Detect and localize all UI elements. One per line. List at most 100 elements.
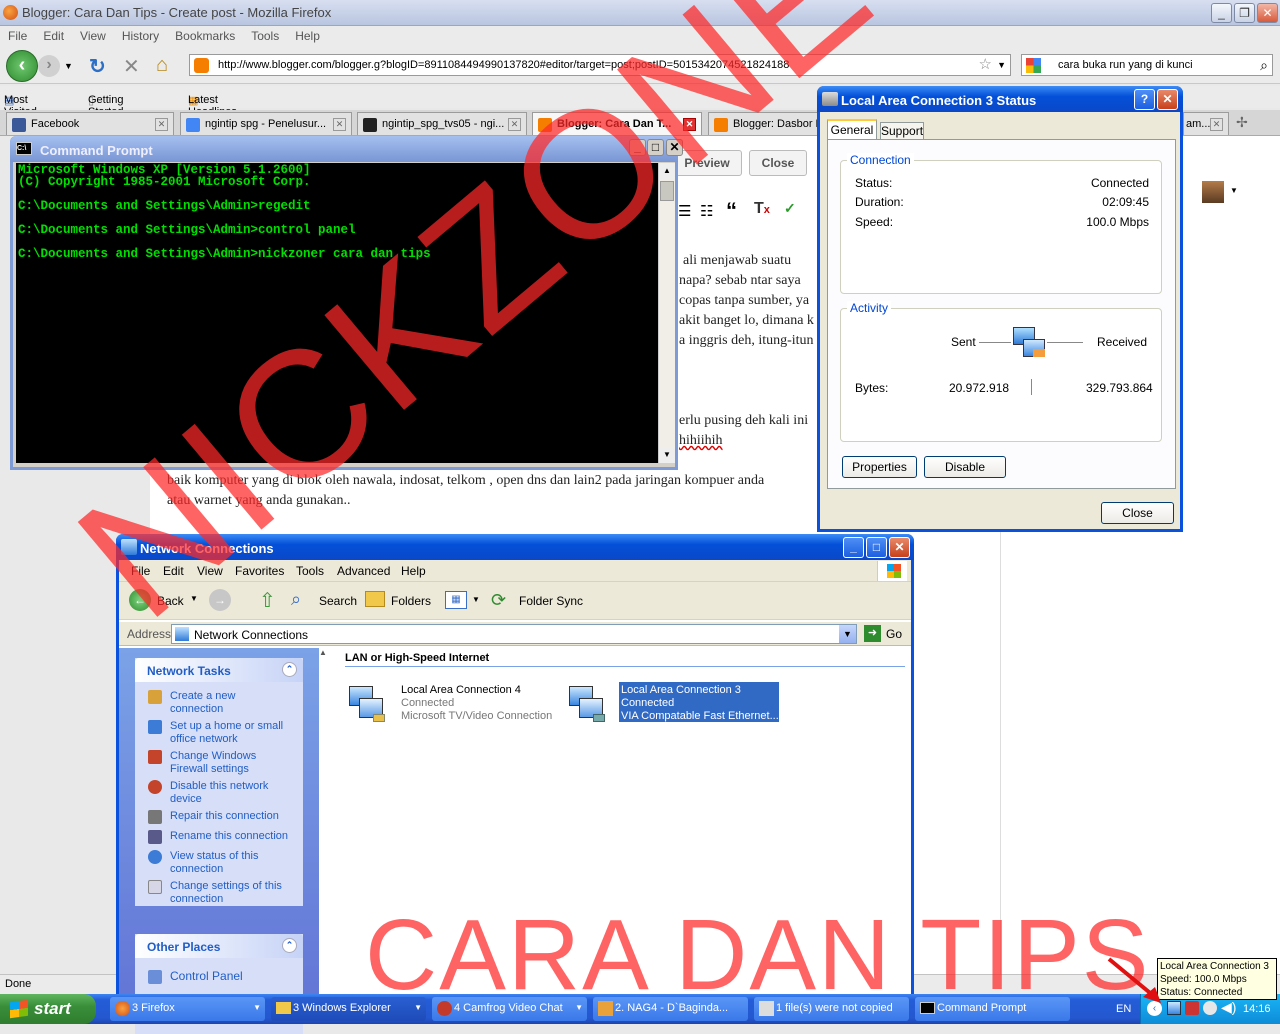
- task-view-status[interactable]: View status of this connection: [170, 850, 270, 876]
- tab-overflow[interactable]: am... ✕: [1183, 112, 1229, 135]
- menu-help[interactable]: Help: [295, 29, 320, 43]
- cmd-scrollbar[interactable]: ▲ ▼: [658, 163, 675, 463]
- new-tab-button[interactable]: ✢: [1236, 114, 1248, 131]
- search-icon[interactable]: ⌕: [1260, 55, 1268, 75]
- network-tray-icon[interactable]: [1167, 1001, 1181, 1015]
- help-button[interactable]: ?: [1134, 89, 1155, 110]
- other-places-header[interactable]: Other Places ⌃: [135, 934, 303, 958]
- tab-facebook[interactable]: Facebook ✕: [6, 112, 174, 135]
- menu-tools[interactable]: Tools: [251, 29, 279, 43]
- back-button[interactable]: ‹: [6, 50, 38, 82]
- nc-folders-button[interactable]: Folders: [365, 589, 435, 613]
- tab-blogger-cara-dan-tips[interactable]: Blogger: Cara Dan T... ✕: [532, 112, 702, 135]
- bullet-list-icon[interactable]: ☰: [678, 202, 691, 220]
- nc-minimize-button[interactable]: _: [843, 537, 864, 558]
- nc-search-button[interactable]: ⌕ Search: [291, 589, 357, 613]
- nc-menu-file[interactable]: File: [131, 564, 150, 578]
- maximize-button[interactable]: ❐: [1234, 3, 1255, 23]
- tab-close-icon[interactable]: ✕: [508, 118, 521, 131]
- app-tray-icon[interactable]: [1203, 1001, 1217, 1015]
- reload-icon[interactable]: ↻: [89, 54, 106, 79]
- connection-item-lac3[interactable]: Local Area Connection 3 Connected VIA Co…: [567, 682, 779, 726]
- minimize-button[interactable]: _: [1211, 3, 1232, 23]
- tab-close-icon[interactable]: ✕: [1210, 118, 1223, 131]
- menu-file[interactable]: File: [8, 29, 27, 43]
- volume-icon[interactable]: ◀): [1221, 999, 1236, 1016]
- menu-bookmarks[interactable]: Bookmarks: [175, 29, 235, 43]
- taskbar-file-copy-error[interactable]: 1 file(s) were not copied: [754, 997, 909, 1021]
- tab-support[interactable]: Support: [880, 122, 924, 140]
- history-dropdown-icon[interactable]: ▼: [64, 61, 73, 71]
- task-home-network[interactable]: Set up a home or small office network: [170, 720, 290, 746]
- antivirus-tray-icon[interactable]: [1185, 1001, 1199, 1015]
- numbered-list-icon[interactable]: ☷: [700, 202, 713, 220]
- disable-button[interactable]: Disable: [924, 456, 1006, 478]
- nc-maximize-button[interactable]: □: [866, 537, 887, 558]
- up-folder-icon[interactable]: ⇧: [259, 588, 276, 613]
- nc-menu-tools[interactable]: Tools: [296, 564, 324, 578]
- back-dropdown-icon[interactable]: ▼: [190, 594, 198, 603]
- home-icon[interactable]: ⌂: [156, 54, 168, 77]
- forward-button[interactable]: ›: [38, 55, 60, 77]
- tab-close-icon[interactable]: ✕: [155, 118, 168, 131]
- nc-menu-view[interactable]: View: [197, 564, 223, 578]
- search-box[interactable]: cara buka run yang di kunci ⌕: [1021, 54, 1273, 76]
- start-button[interactable]: start: [0, 994, 96, 1024]
- place-control-panel[interactable]: Control Panel: [170, 970, 243, 983]
- connection-item-lac4[interactable]: Local Area Connection 4 Connected Micros…: [347, 682, 557, 726]
- task-firewall-settings[interactable]: Change Windows Firewall settings: [170, 750, 270, 776]
- scroll-thumb[interactable]: [660, 181, 674, 201]
- collapse-icon[interactable]: ⌃: [282, 938, 297, 953]
- taskbar-windows-explorer[interactable]: 3 Windows Explorer ▼: [271, 997, 426, 1021]
- nc-menu-favorites[interactable]: Favorites: [235, 564, 284, 578]
- address-dropdown-icon[interactable]: ▼: [839, 625, 856, 643]
- collapse-pane-icon[interactable]: ▲: [319, 648, 331, 660]
- properties-button[interactable]: Properties: [842, 456, 917, 478]
- nc-close-button[interactable]: ✕: [889, 537, 910, 558]
- taskbar-camfrog[interactable]: 4 Camfrog Video Chat ▼: [432, 997, 587, 1021]
- quote-icon[interactable]: “: [726, 198, 737, 224]
- forward-arrow-icon[interactable]: →: [209, 589, 231, 611]
- tab-general[interactable]: General: [827, 119, 877, 140]
- google-icon[interactable]: [1026, 58, 1041, 73]
- scroll-down-icon[interactable]: ▼: [659, 447, 675, 463]
- task-rename-connection[interactable]: Rename this connection: [170, 830, 300, 843]
- remove-format-icon[interactable]: Tx: [754, 200, 770, 218]
- spellcheck-icon[interactable]: ✓: [784, 200, 796, 217]
- folder-sync-button[interactable]: ⟳ Folder Sync: [491, 589, 591, 613]
- nc-back-button[interactable]: ← Back ▼: [129, 589, 201, 613]
- menu-edit[interactable]: Edit: [43, 29, 64, 43]
- nc-menu-help[interactable]: Help: [401, 564, 426, 578]
- cmd-minimize-button[interactable]: _: [629, 139, 646, 156]
- menu-history[interactable]: History: [122, 29, 159, 43]
- tab-blogger-dasbor[interactable]: Blogger: Dasbor B: [708, 112, 818, 135]
- collapse-icon[interactable]: ⌃: [282, 662, 297, 677]
- go-button[interactable]: ➜ Go: [864, 624, 904, 644]
- tab-close-icon[interactable]: ✕: [683, 118, 696, 131]
- clock[interactable]: 14:16: [1243, 1003, 1271, 1015]
- cmd-close-button[interactable]: ✕: [666, 139, 683, 156]
- cmd-console-output[interactable]: Microsoft Windows XP [Version 5.1.2600] …: [16, 163, 658, 463]
- taskbar-firefox[interactable]: 3 Firefox ▼: [110, 997, 265, 1021]
- url-dropdown-icon[interactable]: ▼: [997, 55, 1006, 75]
- status-dialog-close-button[interactable]: ✕: [1157, 89, 1178, 110]
- cmd-maximize-button[interactable]: □: [647, 139, 664, 156]
- task-change-settings[interactable]: Change settings of this connection: [170, 880, 290, 906]
- address-field[interactable]: Network Connections ▼: [171, 624, 857, 644]
- views-button[interactable]: ▦ ▼: [445, 589, 485, 613]
- dialog-close-button[interactable]: Close: [1101, 502, 1174, 524]
- avatar-dropdown-icon[interactable]: ▼: [1230, 186, 1238, 195]
- task-disable-device[interactable]: Disable this network device: [170, 780, 280, 806]
- close-button[interactable]: ✕: [1257, 3, 1278, 23]
- task-repair-connection[interactable]: Repair this connection: [170, 810, 300, 823]
- tab-ngintip-spg-tvs05[interactable]: ngintip_spg_tvs05 - ngi... ✕: [357, 112, 527, 135]
- tab-close-icon[interactable]: ✕: [333, 118, 346, 131]
- task-create-connection[interactable]: Create a new connection: [170, 690, 250, 716]
- bookmark-star-icon[interactable]: ☆: [979, 55, 992, 75]
- network-tasks-header[interactable]: Network Tasks ⌃: [135, 658, 303, 682]
- menu-view[interactable]: View: [80, 29, 106, 43]
- taskbar-nag4[interactable]: 2. NAG4 - D`Baginda...: [593, 997, 748, 1021]
- taskbar-command-prompt[interactable]: Command Prompt: [915, 997, 1070, 1021]
- avatar[interactable]: [1202, 181, 1224, 203]
- tab-ngintip-spg[interactable]: ngintip spg - Penelusur... ✕: [180, 112, 352, 135]
